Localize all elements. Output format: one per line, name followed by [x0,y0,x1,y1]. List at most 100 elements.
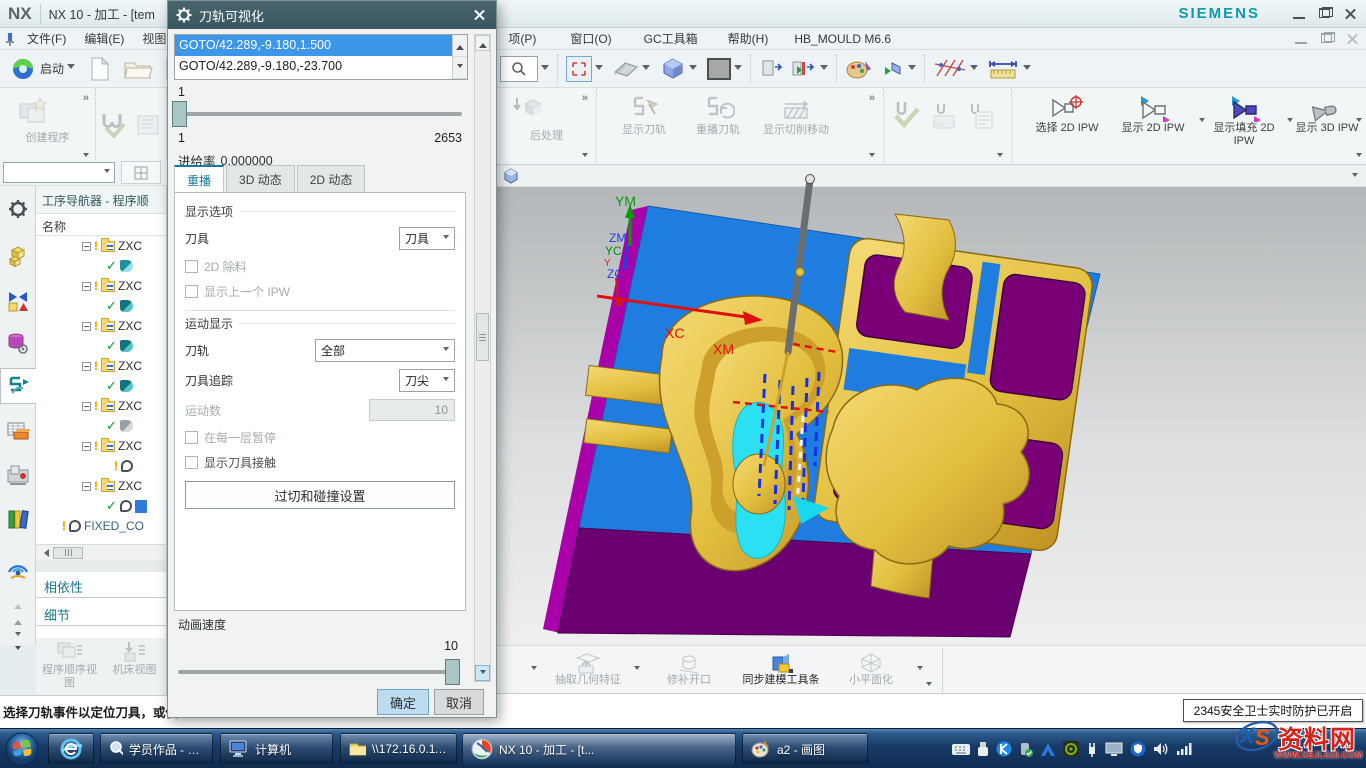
checkbox-pause-each-level[interactable]: 在每一层暂停 [185,429,455,446]
tree-label[interactable]: FIXED_CO [84,519,144,533]
program-order-view-button[interactable]: 程序顺序视图 [39,640,101,695]
clip-caret-icon[interactable] [820,65,828,74]
group-caret-icon[interactable] [83,153,89,160]
start-caret-icon[interactable] [67,64,75,73]
select-2d-ipw-icon[interactable] [1049,94,1085,122]
scroll-down-icon[interactable] [475,665,490,681]
clip-section-icon[interactable] [759,57,783,81]
tray-autodesk-icon[interactable] [1040,742,1056,757]
tree-row[interactable]: ✓ [36,376,166,396]
tree-row[interactable]: !ZXC [36,356,166,376]
group-caret-icon[interactable] [582,153,588,160]
scroll-bottom-icon[interactable] [15,646,21,653]
tab-3d-dynamic[interactable]: 3D 动态 [226,165,295,192]
taskbar-computer-window[interactable]: 计算机 [220,733,333,765]
dependencies-panel[interactable]: 相依性 [36,572,166,598]
tree-label[interactable]: ZXC [118,279,142,293]
minimize-button[interactable] [1290,7,1308,21]
fit-view-icon[interactable] [566,56,592,82]
postprocess-icon[interactable] [511,96,547,126]
speed-slider-track[interactable] [178,670,460,674]
replay-toolpath-label[interactable]: 重播刀轨 [683,124,753,137]
ok-button[interactable]: 确定 [377,689,429,715]
taskbar-network-folder-window[interactable]: \\172.16.0.118\... [340,733,457,765]
h-scroll-thumb[interactable] [53,547,83,559]
tree-label[interactable]: ZXC [118,479,142,493]
show-cut-moves-label[interactable]: 显示切削移动 [757,124,835,137]
start-button[interactable]: 启动 [40,60,64,77]
show-3d-ipw-label[interactable]: 显示 3D IPW [1290,122,1364,135]
replay-toolpath-icon[interactable] [701,94,735,124]
menu-edit[interactable]: 编辑(E) [75,28,133,50]
doc-close-button[interactable] [1344,32,1362,46]
menu-preferences[interactable]: 项(P) [499,28,545,50]
measure-caret-icon[interactable] [1023,65,1031,74]
show-filled-2d-ipw-icon[interactable] [1226,94,1262,122]
gouge-check-button[interactable]: 过切和碰撞设置 [185,481,455,509]
overflow-chevron-icon[interactable]: » [83,92,89,104]
extract-geometry-button[interactable]: 抽取几何特征 [545,652,631,687]
taskbar-paint-window[interactable]: a2 - 画图 [742,733,868,765]
tree-row[interactable]: !ZXC [36,276,166,296]
goto-line[interactable]: GOTO/42.289,-9.180,-23.700 [175,56,452,77]
clipboard-tool-icon[interactable] [966,102,996,130]
roles-gear-icon[interactable] [0,192,36,226]
tool-trace-dropdown[interactable]: 刀尖 [399,369,455,392]
checkbox-show-last-ipw[interactable]: 显示上一个 IPW [185,283,455,300]
tray-network-icon[interactable] [1176,742,1192,756]
tree-label[interactable]: ZXC [118,239,142,253]
checkbox-show-tool-contact[interactable]: 显示刀具接触 [185,454,455,471]
show-2d-ipw-label[interactable]: 显示 2D IPW [1112,122,1194,135]
web-browser-icon[interactable] [0,552,36,586]
generate-toolpath-icon[interactable] [100,110,130,138]
overflow-chevron-icon[interactable]: » [582,92,588,104]
synchronous-modeling-button[interactable]: 同步建模工具条 [738,652,824,687]
toolpath-dropdown[interactable]: 全部 [315,339,455,362]
goto-list-scrollbar[interactable] [452,35,467,79]
stamp-tool-icon[interactable] [930,102,960,130]
ie-taskbar-icon[interactable] [48,733,94,765]
tray-volume-icon[interactable] [1153,742,1169,756]
position-slider-thumb[interactable] [172,101,187,127]
tree-row[interactable]: ✓ [36,416,166,436]
selection-filter-combo[interactable] [3,162,115,183]
collapse-icon[interactable] [82,362,91,371]
toolbar-caret-icon[interactable] [531,666,537,673]
collapse-icon[interactable] [82,442,91,451]
overflow-chevron-icon[interactable]: » [869,92,875,104]
tray-power-icon[interactable] [1086,741,1098,757]
cube-caret-icon[interactable] [689,65,697,74]
menu-hb-mould[interactable]: HB_MOULD M6.6 [785,28,900,50]
show-filled-2d-ipw-label[interactable]: 显示填充 2D IPW [1204,122,1284,148]
collapse-icon[interactable] [82,482,91,491]
tree-row[interactable]: !ZXC [36,316,166,336]
menu-window[interactable]: 窗口(O) [561,28,620,50]
create-program-label[interactable]: 创建程序 [0,132,95,145]
tree-label[interactable]: ZXC [118,439,142,453]
tool-dropdown[interactable]: 刀具 [399,227,455,250]
scroll-up-icon[interactable] [14,600,22,609]
open-folder-icon[interactable] [123,57,153,81]
tree-label[interactable]: ZXC [118,359,142,373]
tree-row[interactable]: !ZXC [36,396,166,416]
collapse-icon[interactable] [82,322,91,331]
palette-icon[interactable] [845,57,873,81]
show-3d-ipw-icon[interactable] [1309,94,1345,122]
tray-security-icon[interactable] [1130,741,1146,757]
ipw-caret-icon[interactable] [1356,118,1362,125]
tree-row[interactable]: !ZXC [36,236,166,256]
reuse-library-icon[interactable] [0,502,36,536]
details-panel[interactable]: 细节 [36,600,166,626]
goto-line-selected[interactable]: GOTO/42.289,-9.180,1.500 [175,35,452,56]
tree-row[interactable]: !ZXC [36,476,166,496]
create-program-icon[interactable] [18,96,52,126]
scroll-down-icon[interactable] [15,632,21,639]
show-2d-ipw-icon[interactable] [1135,94,1171,122]
move-object-icon[interactable] [879,57,905,81]
tree-label[interactable]: ZXC [118,399,142,413]
tree-row[interactable]: ✓ [36,496,166,516]
tree-row[interactable]: ! [36,456,166,476]
checkbox-2d-material[interactable]: 2D 除料 [185,258,455,275]
part-navigator-icon[interactable] [0,326,36,360]
dialog-scrollbar[interactable] [474,34,491,682]
